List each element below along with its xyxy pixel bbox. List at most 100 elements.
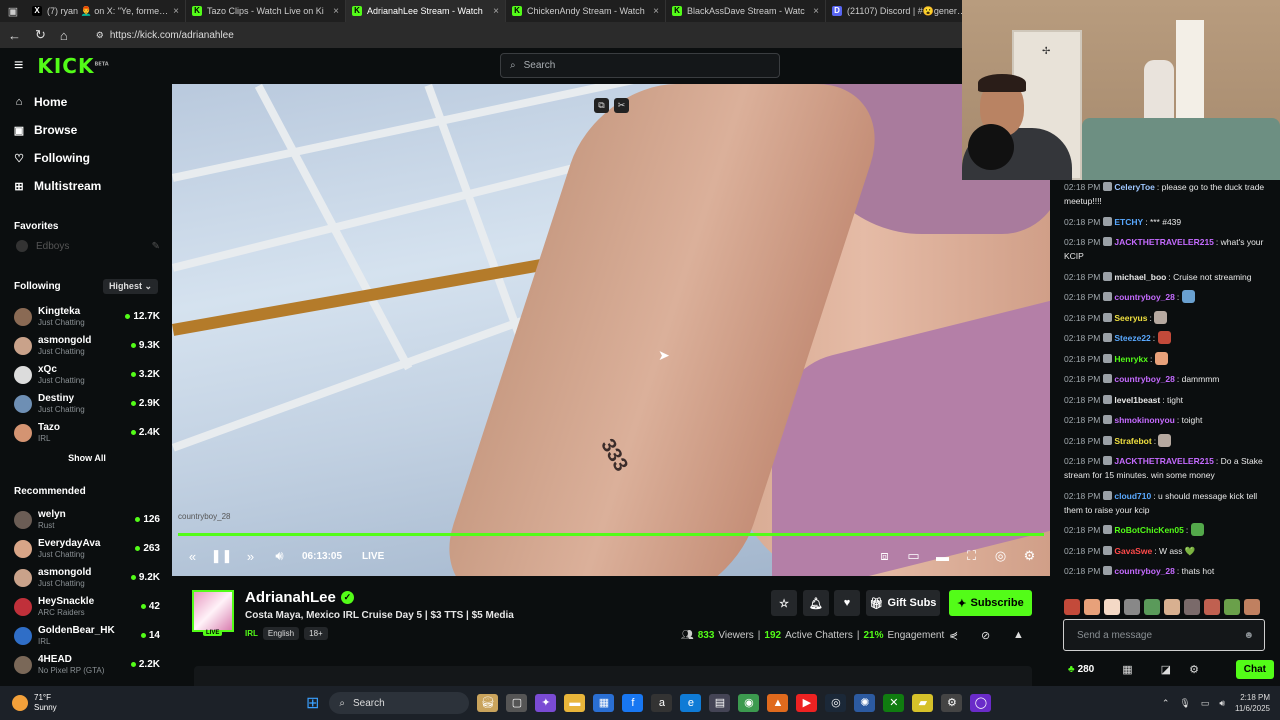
recent-emote-icon[interactable] [1104, 599, 1120, 615]
steam-icon[interactable]: ◎ [825, 694, 847, 712]
mic-icon[interactable]: 🎙︎ [1179, 698, 1190, 709]
widget-icon[interactable]: 🍔︎ [477, 694, 499, 712]
channel-item[interactable]: Destiny Just Chatting 2.9K [0, 389, 172, 418]
windows-start-icon[interactable]: ⊞ [306, 693, 319, 713]
reload-icon[interactable]: ↻ [35, 27, 46, 43]
message-username[interactable]: CeleryToe [1114, 182, 1154, 192]
sidebar-item-following[interactable]: ♡ Following [0, 144, 172, 172]
volume-icon[interactable]: 🔊︎ [265, 548, 294, 564]
taskbar-search[interactable]: ⌕ Search [329, 692, 470, 714]
streamer-avatar[interactable]: LIVE [192, 590, 234, 636]
message-username[interactable]: JACKTHETRAVELER215 [1114, 456, 1214, 466]
share-icon[interactable]: ⋞ [949, 629, 958, 642]
message-username[interactable]: GavaSwe [1114, 546, 1152, 556]
channel-item[interactable]: HeySnackle ARC Raiders 42 [0, 592, 172, 621]
message-username[interactable]: countryboy_28 [1114, 292, 1174, 302]
channel-item[interactable]: asmongold Just Chatting 9.3K [0, 331, 172, 360]
favorite-item[interactable]: Edboys ✎ [0, 236, 172, 256]
kicks-balance[interactable]: ♣ 280 [1068, 664, 1094, 675]
recent-emote-icon[interactable] [1224, 599, 1240, 615]
recent-emote-icon[interactable] [1244, 599, 1260, 615]
message-username[interactable]: michael_boo [1114, 272, 1166, 282]
amazon-icon[interactable]: a [651, 694, 673, 712]
streamer-name[interactable]: AdrianahLee ✓ [245, 589, 354, 606]
chrome-icon[interactable]: ◉ [738, 694, 760, 712]
gift-subs-button[interactable]: 🎁︎ Gift Subs [866, 590, 940, 616]
url-field[interactable]: ⚙ https://kick.com/adrianahlee [88, 25, 968, 45]
sidebar-item-browse[interactable]: ▣ Browse [0, 116, 172, 144]
clock[interactable]: 2:18 PM 11/6/2025 [1235, 692, 1270, 714]
notes-icon[interactable]: ▰ [912, 694, 934, 712]
sort-select[interactable]: Highest ⌄ [102, 278, 158, 294]
search-input[interactable]: ⌕ Search [500, 53, 780, 78]
message-username[interactable]: Steeze22 [1114, 333, 1150, 343]
message-username[interactable]: countryboy_28 [1114, 566, 1174, 576]
tray-expand-icon[interactable]: ⌃ [1162, 698, 1170, 709]
settings-icon[interactable]: ⚙ [1015, 548, 1044, 564]
recent-emote-icon[interactable] [1144, 599, 1160, 615]
tab-close-icon[interactable]: × [653, 6, 659, 17]
channel-item[interactable]: EverydayAva Just Chatting 263 [0, 534, 172, 563]
message-username[interactable]: Strafebot [1114, 436, 1151, 446]
message-username[interactable]: shmokinonyou [1114, 415, 1174, 425]
app-icon[interactable]: ✺ [854, 694, 876, 712]
message-username[interactable]: RoBotChicKen05 [1114, 525, 1183, 535]
settings-app-icon[interactable]: ⚙ [941, 694, 963, 712]
progress-bar[interactable] [178, 533, 1044, 536]
tab-close-icon[interactable]: × [493, 6, 499, 17]
channel-item[interactable]: asmongold Just Chatting 9.2K [0, 563, 172, 592]
channel-item[interactable]: 4HEAD No Pixel RP (GTA) 2.2K [0, 650, 172, 679]
follow-button[interactable]: ♥ [834, 590, 860, 616]
show-all-button[interactable]: Show All [0, 447, 172, 469]
message-username[interactable]: cloud710 [1114, 491, 1151, 501]
pin-icon[interactable]: ✎ [152, 241, 160, 252]
browser-tab[interactable]: K ChickenAndy Stream - Watch × [506, 0, 666, 22]
rewind-icon[interactable]: « [178, 549, 207, 564]
pause-icon[interactable]: ❚❚ [207, 548, 236, 564]
facebook-icon[interactable]: f [622, 694, 644, 712]
tab-close-icon[interactable]: × [333, 6, 339, 17]
channel-item[interactable]: Tazo IRL 2.4K [0, 418, 172, 447]
weather-widget[interactable]: 71°F Sunny [0, 693, 300, 713]
bookmark-icon[interactable]: ◪ [1161, 663, 1171, 676]
tag-mature[interactable]: 18+ [304, 627, 328, 640]
chat-send-button[interactable]: Chat [1235, 659, 1274, 679]
clip-button-icon[interactable]: ▭ [899, 548, 928, 564]
miniplayer-icon[interactable]: ⧈ [870, 548, 899, 564]
browser-tab[interactable]: X (7) ryan 👨‍🦰 on X: "Ye, formerly kn × [26, 0, 186, 22]
task-view-icon[interactable]: ▢ [506, 694, 528, 712]
emote-picker-icon[interactable]: ☻ [1243, 630, 1254, 641]
vlc-icon[interactable]: ▲ [767, 694, 789, 712]
forward-icon[interactable]: » [236, 549, 265, 564]
network-icon[interactable]: ▭ [1201, 698, 1210, 709]
recent-emote-icon[interactable] [1164, 599, 1180, 615]
tab-close-icon[interactable]: × [173, 6, 179, 17]
edge-icon[interactable]: e [680, 694, 702, 712]
notify-button[interactable]: 🔔︎ [803, 590, 829, 616]
channel-item[interactable]: welyn Rust 126 [0, 505, 172, 534]
message-username[interactable]: Henrykx [1114, 354, 1148, 364]
theater-icon[interactable]: ▬ [928, 549, 957, 564]
menu-icon[interactable]: ≡ [14, 57, 23, 75]
browser-tab[interactable]: K Tazo Clips - Watch Live on Ki × [186, 0, 346, 22]
store-app-icon[interactable]: ▦ [593, 694, 615, 712]
hide-icon[interactable]: ⊘ [981, 629, 990, 642]
chat-settings-icon[interactable]: ⚙ [1189, 663, 1199, 676]
category-link[interactable]: IRL [245, 629, 258, 638]
back-icon[interactable]: ← [8, 28, 21, 43]
calculator-icon[interactable]: ▤ [709, 694, 731, 712]
copilot-icon[interactable]: ✦ [535, 694, 557, 712]
sidebar-item-multistream[interactable]: ⊞ Multistream [0, 172, 172, 200]
recent-emote-icon[interactable] [1184, 599, 1200, 615]
youtube-icon[interactable]: ▶ [796, 694, 818, 712]
recent-emote-icon[interactable] [1204, 599, 1220, 615]
recent-emote-icon[interactable] [1064, 599, 1080, 615]
fullscreen-icon[interactable]: ⛶ [957, 548, 986, 564]
channel-item[interactable]: GoldenBear_HK IRL 14 [0, 621, 172, 650]
quality-icon[interactable]: ◎ [986, 548, 1015, 564]
chat-input[interactable]: Send a message ☻ [1063, 619, 1265, 651]
tag-language[interactable]: English [262, 627, 300, 640]
report-icon[interactable]: ▲ [1013, 629, 1024, 641]
browser-tab[interactable]: K BlackAssDave Stream - Watc × [666, 0, 826, 22]
video-player[interactable]: 333 ⧉ ✂ ➤ countryboy_28 « ❚❚ » 🔊︎ 06:13:… [172, 84, 1050, 576]
